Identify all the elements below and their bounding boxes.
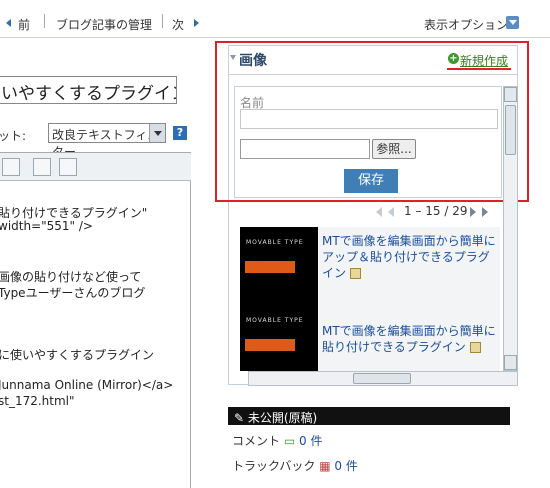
list-item[interactable]: MOVABLE TYPE MTで画像を編集画面から簡単に貼り付けできるプラグイン xyxy=(240,305,500,371)
horizontal-scrollbar[interactable] xyxy=(248,371,518,386)
editor-line: に使いやすくするプラグイン xyxy=(0,348,155,362)
status-label: 未公開(原稿) xyxy=(247,411,318,425)
new-image-link[interactable]: 新規作成 xyxy=(460,52,508,69)
pager-text: 1 – 15 / 29 xyxy=(404,204,468,218)
item-title-link[interactable]: MTで画像を編集画面から簡単に貼り付けできるプラグイン xyxy=(322,323,498,355)
help-icon[interactable]: ? xyxy=(173,126,187,140)
pencil-icon: ✎ xyxy=(234,411,248,425)
chevron-down-icon[interactable] xyxy=(149,124,165,142)
divider xyxy=(162,14,163,28)
comment-count-link[interactable]: 0 件 xyxy=(299,434,322,448)
top-nav: 前 ブログ記事の管理 次 表示オプション xyxy=(0,10,550,34)
panel-title: 画像 xyxy=(239,53,267,69)
last-page-icon[interactable] xyxy=(482,207,488,217)
comment-label: コメント xyxy=(232,434,281,448)
divider xyxy=(229,74,517,75)
plus-circle-icon[interactable]: + xyxy=(448,53,459,64)
trackback-icon: ▦ xyxy=(319,459,331,473)
thumbnail-brand: MOVABLE TYPE xyxy=(246,317,304,324)
edit-icon[interactable] xyxy=(469,342,481,353)
highlight-underline xyxy=(447,68,511,70)
insert-image-icon[interactable] xyxy=(33,158,51,176)
trackback-label: トラックバック xyxy=(232,459,316,473)
upload-file-icon[interactable] xyxy=(59,158,77,176)
file-path-input[interactable] xyxy=(240,139,370,159)
chevron-down-icon[interactable] xyxy=(506,16,519,29)
name-input[interactable] xyxy=(240,109,498,129)
list-item[interactable]: MOVABLE TYPE MTで画像を編集画面から簡単にアップ＆貼り付けできるプ… xyxy=(240,227,500,305)
comment-icon: ▭ xyxy=(283,434,296,448)
title-input[interactable]: いやすくするプラグイン xyxy=(0,76,177,104)
editor-line: st_172.html" xyxy=(0,394,75,408)
text-filter-label: ット: xyxy=(0,129,27,143)
thumbnail-brand: MOVABLE TYPE xyxy=(246,239,304,246)
manage-entries-link[interactable]: ブログ記事の管理 xyxy=(56,16,152,33)
status-badge: ✎ 未公開(原稿) xyxy=(228,407,510,425)
prev-link[interactable]: 前 xyxy=(18,16,30,33)
editor-line: 画像の貼り付けなど使って xyxy=(0,270,142,284)
display-options-link[interactable]: 表示オプション xyxy=(424,16,508,33)
scroll-thumb[interactable] xyxy=(505,105,516,155)
collapse-icon[interactable] xyxy=(230,55,236,60)
trackback-count-link[interactable]: 0 件 xyxy=(334,459,357,473)
first-page-icon[interactable] xyxy=(376,207,382,217)
scroll-down-icon[interactable] xyxy=(504,355,517,370)
item-title[interactable]: MTで画像を編集画面から簡単にアップ＆貼り付けできるプラグイン xyxy=(322,234,496,280)
prev-page-icon[interactable] xyxy=(388,207,394,217)
divider xyxy=(0,37,550,38)
scroll-up-icon[interactable] xyxy=(504,87,517,102)
thumbnail-banner xyxy=(245,261,295,273)
editor-line: Junnama Online (Mirror)</a> xyxy=(0,378,174,392)
next-arrow-icon[interactable] xyxy=(194,19,199,27)
browse-button[interactable]: 参照... xyxy=(372,139,416,159)
vertical-scrollbar[interactable] xyxy=(503,86,518,371)
save-button[interactable]: 保存 xyxy=(344,169,398,193)
text-filter-select[interactable]: 改良テキストフィルター xyxy=(48,123,166,159)
image-thumbnail[interactable]: MOVABLE TYPE xyxy=(240,305,318,371)
next-link[interactable]: 次 xyxy=(172,16,184,33)
editor-line: width="551" /> xyxy=(0,219,93,233)
body-editor[interactable] xyxy=(0,152,191,488)
comment-row: コメント ▭ 0 件 xyxy=(232,432,322,449)
trackback-row: トラックバック ▦ 0 件 xyxy=(232,457,358,474)
next-page-icon[interactable] xyxy=(470,207,476,217)
image-thumbnail[interactable]: MOVABLE TYPE xyxy=(240,227,318,305)
thumbnail-banner xyxy=(245,339,295,351)
prev-arrow-icon[interactable] xyxy=(6,19,11,27)
editor-toolbar xyxy=(0,153,191,181)
divider xyxy=(44,14,45,28)
align-icon[interactable] xyxy=(2,158,20,176)
editor-line: Typeユーザーさんのブログ xyxy=(0,286,146,300)
edit-icon[interactable] xyxy=(349,268,361,279)
item-title-link[interactable]: MTで画像を編集画面から簡単にアップ＆貼り付けできるプラグイン xyxy=(322,233,498,281)
scroll-thumb[interactable] xyxy=(353,373,411,384)
